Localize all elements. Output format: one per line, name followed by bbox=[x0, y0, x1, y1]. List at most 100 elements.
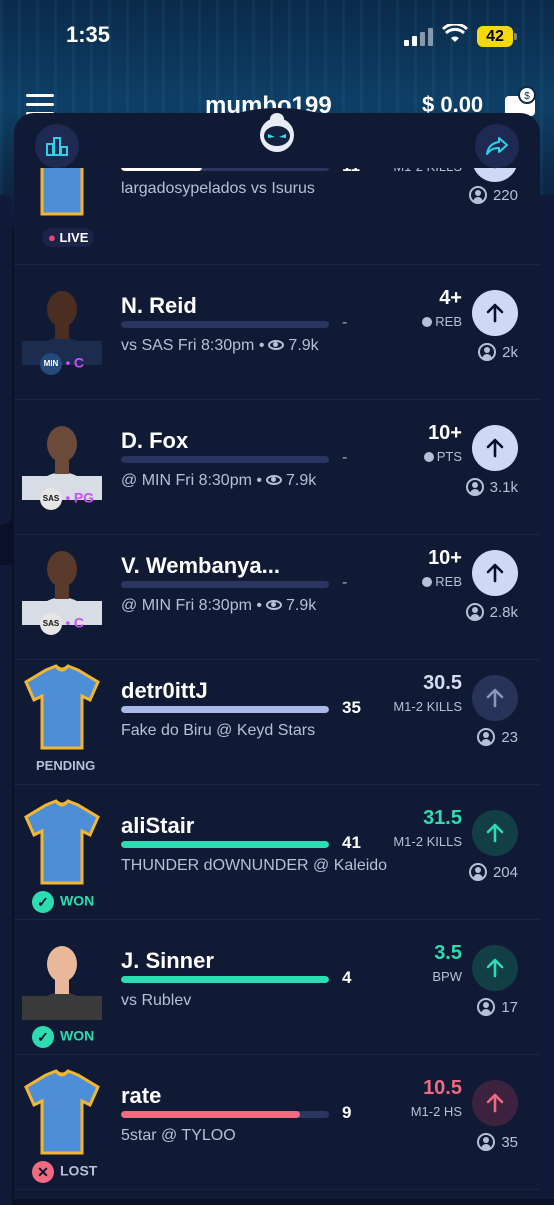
status-badge: ✕ LOST bbox=[32, 1161, 97, 1183]
entrants-count: 3.1k bbox=[465, 478, 518, 496]
arrow-up-icon bbox=[486, 438, 504, 458]
pick-up-button[interactable] bbox=[472, 550, 518, 596]
matchup-info: THUNDER dOWNUNDER @ Kaleido bbox=[121, 857, 388, 874]
team-position-badge: MIN • C bbox=[40, 353, 84, 375]
pick-up-button[interactable] bbox=[472, 945, 518, 991]
entry-row[interactable]: SAS • C V. Wembanya... - @ MIN Fri 8:30p… bbox=[14, 525, 540, 660]
pick-up-button[interactable] bbox=[472, 1080, 518, 1126]
matchup-info: vs Rublev bbox=[121, 992, 192, 1009]
progress-value: - bbox=[342, 574, 348, 591]
entrants-count: 35 bbox=[477, 1133, 518, 1151]
progress-bar bbox=[121, 706, 329, 713]
stat-label: M1-2 KILLS bbox=[393, 699, 462, 714]
player-avatar bbox=[22, 1069, 108, 1159]
left-edge bbox=[0, 565, 12, 1205]
player-avatar bbox=[22, 664, 108, 754]
line-value: 30.5 bbox=[423, 672, 462, 694]
progress-bar bbox=[121, 321, 329, 328]
user-icon bbox=[478, 343, 497, 361]
entry-row[interactable]: ✓ WON aliStair 41 THUNDER dOWNUNDER @ Kal… bbox=[14, 785, 540, 920]
progress-value: 11 bbox=[342, 168, 360, 176]
progress-bar bbox=[121, 1111, 329, 1118]
user-icon bbox=[465, 478, 484, 496]
arrow-down-icon bbox=[494, 168, 496, 169]
arrow-up-icon bbox=[486, 563, 504, 583]
player-avatar bbox=[22, 168, 108, 220]
check-icon: ✓ bbox=[32, 891, 54, 913]
svg-text:$: $ bbox=[524, 91, 530, 102]
status-bar: 1:35 42 bbox=[0, 0, 554, 70]
arrow-up-icon bbox=[486, 688, 504, 708]
stat-icon bbox=[422, 317, 433, 327]
user-icon bbox=[477, 998, 496, 1016]
pick-up-button[interactable] bbox=[472, 675, 518, 721]
entry-row[interactable]: ✕ LOST rate 9 5star @ TYLOO 10.5 M1-2 HS … bbox=[14, 1055, 540, 1190]
pick-down-button[interactable] bbox=[472, 168, 518, 182]
progress-value: 4 bbox=[342, 968, 352, 987]
entrants-count: 2k bbox=[478, 343, 518, 361]
status-badge: PENDING bbox=[36, 758, 96, 773]
entrants-count: 220 bbox=[468, 186, 518, 204]
pick-up-button[interactable] bbox=[472, 290, 518, 336]
entry-row[interactable]: ✓ WON J. Sinner 4 vs Rublev 3.5 BPW 17 bbox=[14, 920, 540, 1055]
battery-indicator: 42 bbox=[477, 26, 517, 47]
matchup-info: largadosypelados vs Isurus bbox=[121, 180, 315, 197]
stat-label: M1-2 KILLS bbox=[393, 834, 462, 849]
user-icon bbox=[465, 603, 484, 621]
player-name: detr0ittJ bbox=[121, 678, 208, 703]
share-icon bbox=[486, 137, 508, 155]
matchup-info: @ MIN Fri 8:30pm • 7.9k bbox=[121, 472, 317, 489]
entrants-count: 2.8k bbox=[465, 603, 518, 621]
matchup-info: @ MIN Fri 8:30pm • 7.9k bbox=[121, 597, 317, 614]
progress-value: - bbox=[342, 314, 348, 331]
player-name: D. Fox bbox=[121, 428, 189, 453]
matchup-info: 5star @ TYLOO bbox=[121, 1127, 236, 1144]
arrow-up-icon bbox=[486, 303, 504, 323]
eye-icon bbox=[268, 340, 285, 350]
team-position-badge: SAS • C bbox=[40, 613, 84, 635]
matchup-info: vs SAS Fri 8:30pm • 7.9k bbox=[121, 337, 319, 354]
signal-icon bbox=[404, 28, 434, 46]
entrants-count: 17 bbox=[477, 998, 518, 1016]
stat-label: M1-2 HS bbox=[410, 1104, 462, 1119]
status-badge: ✓ WON bbox=[32, 1026, 94, 1048]
pick-up-button[interactable] bbox=[472, 810, 518, 856]
player-name: rate bbox=[121, 1083, 162, 1108]
player-name: V. Wembanya... bbox=[121, 553, 280, 578]
share-button[interactable] bbox=[475, 124, 519, 168]
progress-value: - bbox=[342, 449, 348, 466]
stat-label: BPW bbox=[432, 969, 462, 984]
entrants-count: 23 bbox=[477, 728, 518, 746]
user-icon bbox=[477, 1133, 496, 1151]
stat-icon bbox=[423, 452, 434, 462]
progress-bar bbox=[121, 168, 329, 171]
entry-row[interactable]: PENDING detr0ittJ 35 Fake do Biru @ Keyd… bbox=[14, 650, 540, 785]
eye-icon bbox=[265, 475, 282, 485]
mascot-icon bbox=[260, 113, 294, 152]
user-icon bbox=[468, 863, 487, 881]
arrow-up-icon bbox=[486, 958, 504, 978]
progress-value: 35 bbox=[342, 698, 361, 717]
progress-value: 41 bbox=[342, 833, 361, 852]
team-position-badge: SAS • PG bbox=[40, 488, 94, 510]
entry-row[interactable]: SAS • PG D. Fox - @ MIN Fri 8:30pm • 7.9k… bbox=[14, 400, 540, 535]
status-time: 1:35 bbox=[66, 22, 111, 47]
entry-row[interactable]: ● LIVE Divine 11 largadosypelados vs Isu… bbox=[14, 168, 540, 265]
entries-list: ● LIVE Divine 11 largadosypelados vs Isu… bbox=[14, 168, 540, 1199]
team-logo: MIN bbox=[40, 353, 62, 375]
status-badge: ● LIVE bbox=[42, 228, 95, 247]
user-icon bbox=[468, 186, 487, 204]
player-name: N. Reid bbox=[121, 293, 197, 318]
progress-bar bbox=[121, 976, 329, 983]
eye-icon bbox=[265, 600, 282, 610]
leaderboard-button[interactable] bbox=[35, 124, 79, 168]
line-value: 10.5 bbox=[423, 1077, 462, 1099]
entry-row[interactable]: MIN • C N. Reid - vs SAS Fri 8:30pm • 7.9… bbox=[14, 265, 540, 400]
progress-value: 9 bbox=[342, 1103, 352, 1122]
left-edge bbox=[0, 195, 12, 525]
progress-bar bbox=[121, 456, 329, 463]
line-value: 4+ bbox=[439, 287, 462, 309]
pick-up-button[interactable] bbox=[472, 425, 518, 471]
progress-bar bbox=[121, 581, 329, 588]
line-value: 10+ bbox=[428, 422, 462, 444]
